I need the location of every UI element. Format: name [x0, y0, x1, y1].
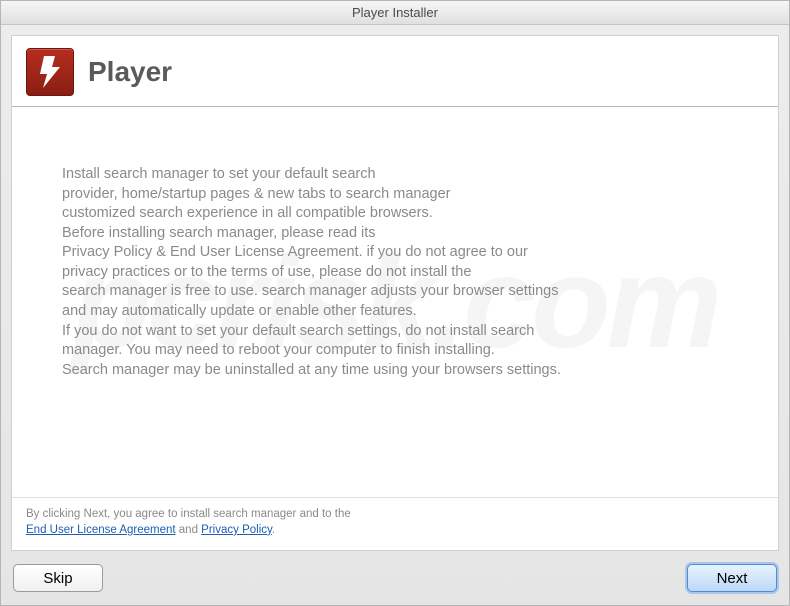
titlebar[interactable]: Player Installer: [1, 1, 789, 25]
installer-window: Player Installer Player pcrisk.com Insta…: [0, 0, 790, 606]
next-button[interactable]: Next: [687, 564, 777, 592]
window-title: Player Installer: [352, 5, 438, 20]
privacy-link[interactable]: Privacy Policy: [201, 524, 272, 536]
footer-and: and: [176, 524, 202, 536]
header-title: Player: [88, 56, 172, 88]
flash-player-icon: [26, 48, 74, 96]
header: Player: [12, 36, 778, 107]
content-panel: Player pcrisk.com Install search manager…: [11, 35, 779, 551]
footer-agreement: By clicking Next, you agree to install s…: [12, 497, 778, 550]
footer-period: .: [272, 524, 275, 536]
eula-link[interactable]: End User License Agreement: [26, 524, 176, 536]
skip-button[interactable]: Skip: [13, 564, 103, 592]
body-text-area: pcrisk.com Install search manager to set…: [12, 107, 778, 497]
installer-description: Install search manager to set your defau…: [62, 165, 728, 380]
button-row: Skip Next: [1, 551, 789, 605]
footer-line1: By clicking Next, you agree to install s…: [26, 508, 351, 520]
